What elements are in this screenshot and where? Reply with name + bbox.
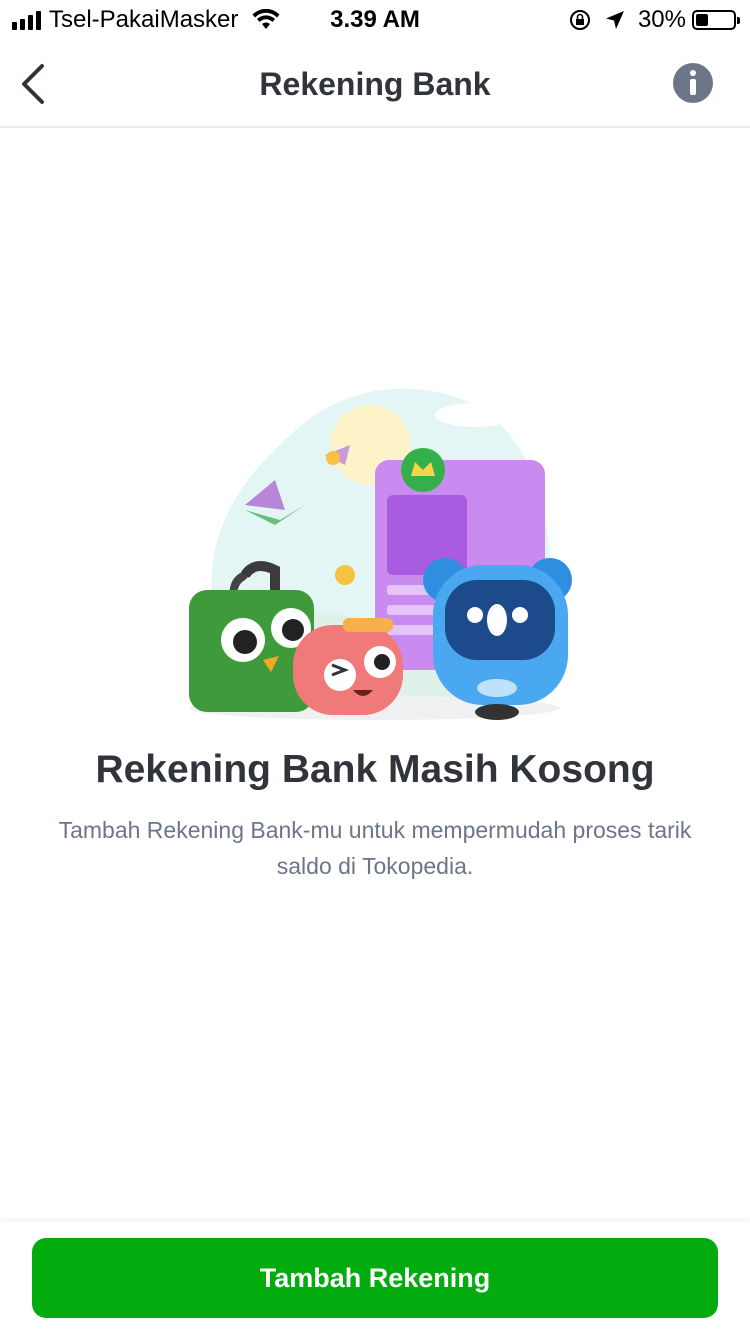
app-header: Rekening Bank [0, 40, 750, 128]
info-icon[interactable] [672, 62, 714, 104]
location-icon [605, 11, 624, 29]
empty-state-illustration [189, 388, 572, 720]
status-right: 30% [568, 6, 740, 34]
empty-state-description: Tambah Rekening Bank-mu untuk mempermuda… [58, 817, 692, 879]
page-title: Rekening Bank [259, 66, 491, 102]
add-account-button[interactable]: Tambah Rekening [32, 1238, 718, 1318]
status-bar: Tsel-PakaiMasker 3.39 AM 30% [0, 0, 750, 40]
battery-icon [692, 10, 740, 30]
footer-bar: Tambah Rekening [0, 1222, 750, 1334]
rotation-lock-icon [569, 10, 590, 30]
battery-percent: 30% [637, 6, 686, 33]
empty-state-title: Rekening Bank Masih Kosong [95, 748, 655, 791]
